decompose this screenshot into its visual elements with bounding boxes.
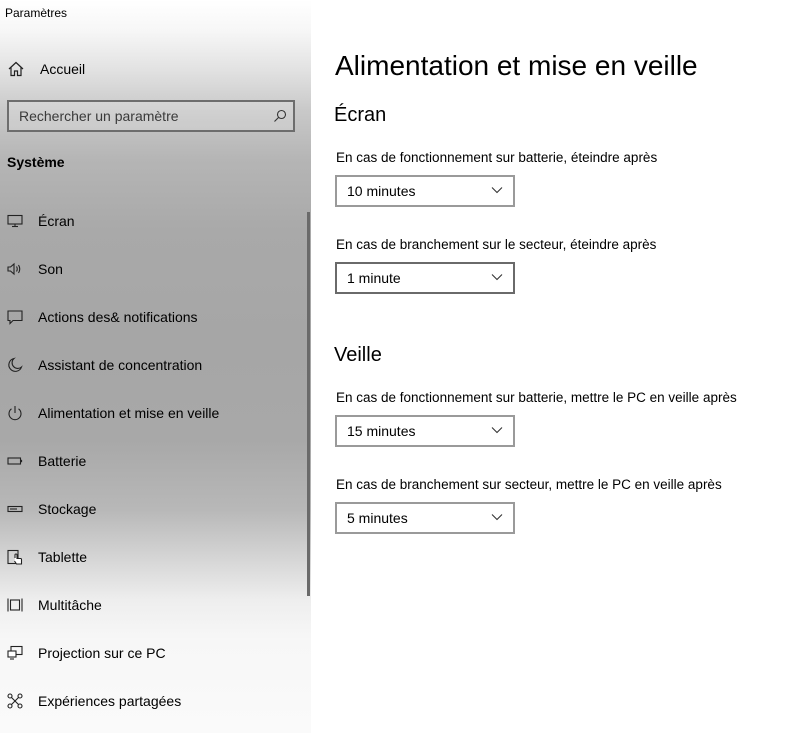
sidebar-item-label: Projection sur ce PC [38,645,166,661]
sidebar-item-notifications[interactable]: Actions des& notifications [0,293,305,341]
sleep-plugged-label: En cas de branchement sur secteur, mettr… [336,477,722,492]
sidebar-item-tablet[interactable]: Tablette [0,533,305,581]
sidebar-item-battery[interactable]: Batterie [0,437,305,485]
chevron-down-icon [491,427,503,434]
sidebar-item-focus-assist[interactable]: Assistant de concentration [0,341,305,389]
sidebar-item-label: Tablette [38,549,88,565]
sleep-plugged-dropdown[interactable]: 5 minutes [335,502,515,534]
notification-icon [7,310,23,325]
sidebar-item-shared-experiences[interactable]: Expériences partagées [0,677,305,725]
sidebar-item-label: Multitâche [38,597,102,613]
sidebar-item-label: Actions des& notifications [38,309,198,325]
sleep-battery-dropdown[interactable]: 15 minutes [335,415,515,447]
tablet-icon [7,549,23,565]
sidebar-item-power-sleep[interactable]: Alimentation et mise en veille [0,389,305,437]
sidebar-item-multitasking[interactable]: Multitâche [0,581,305,629]
dropdown-value: 5 minutes [347,510,408,526]
sidebar-item-label: Son [38,261,63,277]
dropdown-value: 1 minute [347,270,401,286]
sidebar-item-sound[interactable]: Son [0,245,305,293]
window-title: Paramètres [5,6,68,20]
battery-icon [7,457,23,465]
sidebar-item-label: Batterie [38,453,87,469]
main-content: Alimentation et mise en veille Écran En … [311,0,794,733]
search-input[interactable] [9,102,269,130]
dropdown-value: 10 minutes [347,183,416,199]
projection-icon [7,645,23,660]
page-title: Alimentation et mise en veille [335,50,698,81]
search-box [7,100,295,132]
dropdown-value: 15 minutes [347,423,416,439]
multitask-icon [7,598,23,612]
screen-battery-label: En cas de fonctionnement sur batterie, é… [336,150,658,165]
sidebar-item-label: Écran [38,213,75,229]
moon-icon [8,357,23,372]
power-icon [8,406,22,421]
settings-window: Paramètres Accueil Système [0,0,794,733]
chevron-down-icon [491,274,503,281]
sidebar: Paramètres Accueil Système [0,0,311,733]
sidebar-item-label: Expériences partagées [38,693,182,709]
storage-icon [7,505,23,513]
screen-battery-dropdown[interactable]: 10 minutes [335,175,515,207]
screen-section-heading: Écran [334,104,387,126]
speaker-icon [7,262,21,276]
sidebar-scrollbar[interactable] [307,212,310,596]
home-icon [8,61,24,77]
monitor-icon [7,214,23,228]
home-nav-label: Accueil [40,61,86,77]
chevron-down-icon [491,187,503,194]
sidebar-item-storage[interactable]: Stockage [0,485,305,533]
sidebar-nav: Écran Son Actions des& notifications Ass… [0,197,305,725]
sidebar-item-label: Stockage [38,501,97,517]
screen-plugged-label: En cas de branchement sur le secteur, ét… [336,237,657,252]
sidebar-item-projection[interactable]: Projection sur ce PC [0,629,305,677]
search-icon[interactable] [273,109,287,123]
sidebar-item-label: Alimentation et mise en veille [38,405,220,421]
sidebar-item-display[interactable]: Écran [0,197,305,245]
home-nav-item[interactable]: Accueil [0,52,311,86]
shared-experiences-icon [7,693,23,709]
sleep-battery-label: En cas de fonctionnement sur batterie, m… [336,390,737,405]
screen-plugged-dropdown[interactable]: 1 minute [335,262,515,294]
sidebar-item-label: Assistant de concentration [38,357,203,373]
chevron-down-icon [491,514,503,521]
sleep-section-heading: Veille [334,344,382,366]
section-heading-system: Système [7,154,65,170]
